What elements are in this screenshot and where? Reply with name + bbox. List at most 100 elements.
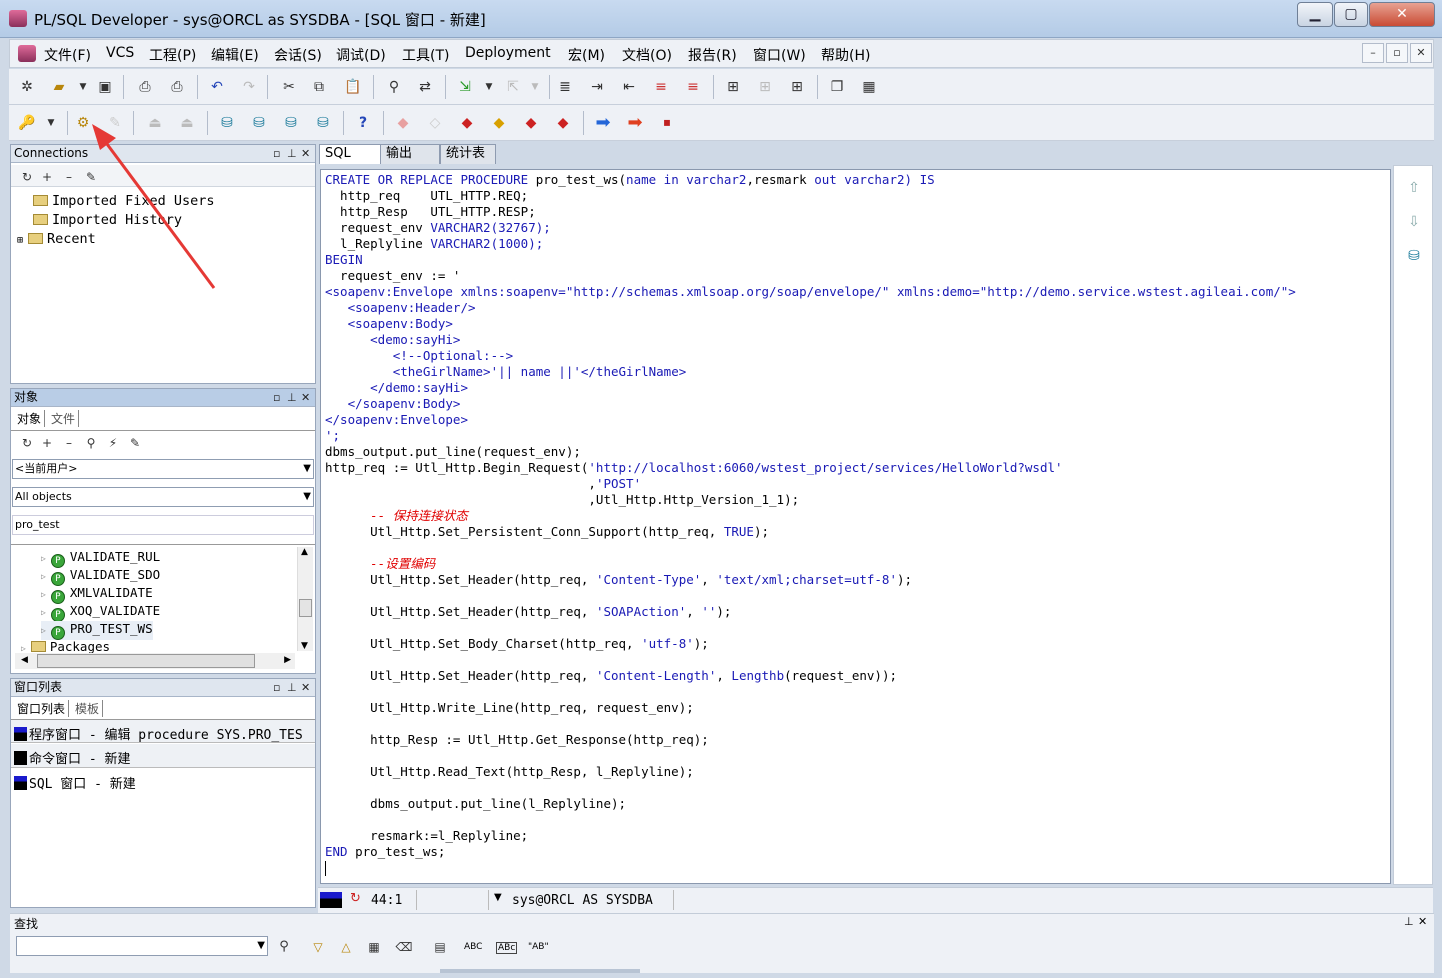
print-icon[interactable]: ⎙ — [135, 77, 155, 97]
tree-item-validate-rul[interactable]: ▷ P VALIDATE_RUL — [41, 549, 160, 568]
scroll-right-icon[interactable]: ▶ — [284, 655, 291, 665]
edit-connection-icon[interactable]: ✎ — [81, 167, 101, 187]
window-item-sql[interactable]: SQL 窗口 - 新建 — [11, 769, 315, 793]
explain-plan-icon[interactable]: ⊞ — [787, 77, 807, 97]
arrow-right-red-icon[interactable]: ➡ — [625, 113, 645, 133]
menu-vcs[interactable]: VCS — [106, 45, 134, 61]
horizontal-scrollbar[interactable]: ◀ ▶ — [15, 653, 295, 669]
save-icon[interactable]: ▣ — [95, 77, 115, 97]
highlight-icon[interactable]: ▦ — [364, 937, 384, 957]
open-icon[interactable]: ▰ — [49, 77, 69, 97]
menu-deployment[interactable]: Deployment — [465, 45, 551, 61]
exact-match-button[interactable]: "AB" — [528, 942, 549, 952]
scroll-down-icon[interactable]: ⇩ — [1404, 212, 1424, 232]
commit-icon[interactable]: ⏏ — [145, 113, 165, 133]
refresh-icon[interactable]: ↻ — [17, 167, 37, 187]
db-icon[interactable]: ⛁ — [217, 113, 237, 133]
user-select[interactable]: <当前用户> ▼ — [12, 459, 314, 479]
match-case-button[interactable]: ABC — [464, 942, 482, 952]
debug-step-over-icon[interactable]: ◆ — [521, 113, 541, 133]
panel-close-icon[interactable]: ✕ — [1418, 915, 1427, 928]
scroll-up-icon[interactable]: ▲ — [301, 547, 308, 557]
db-command-icon[interactable]: ⛁ — [281, 113, 301, 133]
remove-icon[interactable]: – — [59, 433, 79, 453]
tree-item-packages[interactable]: ▷ Packages — [21, 639, 110, 654]
sql-db-icon[interactable]: ⛁ — [249, 113, 269, 133]
panel-minimize-icon[interactable]: ▫ — [273, 145, 280, 162]
tree-item-validate-sdo[interactable]: ▷ P VALIDATE_SDO — [41, 567, 160, 586]
arrow-right-blue-icon[interactable]: ➡ — [593, 113, 613, 133]
undo-icon[interactable]: ↶ — [207, 77, 227, 97]
unindent-icon[interactable]: ⇤ — [619, 77, 639, 97]
panel-pin-icon[interactable]: ⊥ — [287, 145, 297, 162]
tab-statistics[interactable]: 统计表 — [440, 144, 496, 164]
mdi-minimize-button[interactable]: – — [1362, 43, 1384, 63]
menu-session[interactable]: 会话(S) — [274, 45, 322, 65]
mdi-restore-button[interactable]: ▫ — [1386, 43, 1408, 63]
db-reports-icon[interactable]: ⛁ — [313, 113, 333, 133]
rollback-icon[interactable]: ⏏ — [177, 113, 197, 133]
scroll-thumb[interactable] — [299, 599, 312, 617]
copy-icon[interactable]: ⧉ — [309, 77, 329, 97]
menu-project[interactable]: 工程(P) — [149, 45, 196, 65]
remove-icon[interactable]: – — [59, 167, 79, 187]
tab-window-list[interactable]: 窗口列表 — [17, 700, 70, 717]
panel-minimize-icon[interactable]: ▫ — [273, 389, 280, 406]
help-icon[interactable]: ? — [353, 113, 373, 133]
uppercase-icon[interactable]: ≡ — [651, 77, 671, 97]
menu-edit[interactable]: 编辑(E) — [211, 45, 259, 65]
export-dropdown-icon[interactable]: ▼ — [525, 77, 545, 97]
break-icon[interactable]: ✎ — [105, 113, 125, 133]
vertical-scrollbar[interactable]: ▲ ▼ — [297, 547, 313, 651]
add-icon[interactable]: + — [37, 433, 57, 453]
mdi-close-button[interactable]: ✕ — [1410, 43, 1432, 63]
open-dropdown-icon[interactable]: ▼ — [73, 77, 93, 97]
logon-dropdown-icon[interactable]: ▼ — [41, 113, 61, 133]
chevron-down-icon[interactable]: ▼ — [494, 892, 502, 903]
menu-window[interactable]: 窗口(W) — [753, 45, 806, 65]
window-cascade-icon[interactable]: ❐ — [827, 77, 847, 97]
query-builder-icon[interactable]: ⊞ — [755, 77, 775, 97]
horizontal-scrollbar[interactable] — [440, 969, 640, 973]
menu-help[interactable]: 帮助(H) — [821, 45, 870, 65]
refresh-icon[interactable]: ↻ — [17, 433, 37, 453]
panel-minimize-icon[interactable]: ▫ — [273, 679, 280, 696]
sql-editor[interactable]: CREATE OR REPLACE PROCEDURE pro_test_ws(… — [320, 169, 1391, 884]
eraser-icon[interactable]: ◇ — [425, 113, 445, 133]
menu-tools[interactable]: 工具(T) — [402, 45, 449, 65]
maximize-button[interactable]: ▢ — [1334, 2, 1368, 27]
add-icon[interactable]: + — [37, 167, 57, 187]
stop-icon[interactable]: ⏹ — [657, 113, 677, 133]
edit-filter-icon[interactable]: ✎ — [125, 433, 145, 453]
redo-icon[interactable]: ↷ — [239, 77, 259, 97]
panel-pin-icon[interactable]: ⊥ — [287, 389, 297, 406]
find-icon[interactable]: ⚲ — [384, 77, 404, 97]
menu-macro[interactable]: 宏(M) — [568, 45, 605, 65]
scroll-down-icon[interactable]: ▼ — [301, 641, 308, 651]
object-search-input[interactable]: pro_test — [12, 515, 314, 535]
menu-docs[interactable]: 文档(O) — [622, 45, 672, 65]
export-icon[interactable]: ⇱ — [503, 77, 523, 97]
comment-icon[interactable]: ≣ — [555, 77, 575, 97]
db-icon[interactable]: ⛁ — [1404, 246, 1424, 266]
menu-reports[interactable]: 报告(R) — [688, 45, 737, 65]
tab-templates[interactable]: 模板 — [75, 700, 104, 717]
debug-start-icon[interactable]: ◆ — [393, 113, 413, 133]
tree-item-xoq-validate[interactable]: ▷ P XOQ_VALIDATE — [41, 603, 160, 622]
menu-file[interactable]: 文件(F) — [44, 45, 91, 65]
cut-icon[interactable]: ✂ — [279, 77, 299, 97]
tab-output[interactable]: 输出 — [380, 144, 440, 164]
window-tile-icon[interactable]: ▦ — [859, 77, 879, 97]
tree-item-xmlvalidate[interactable]: ▷ P XMLVALIDATE — [41, 585, 153, 604]
replace-icon[interactable]: ⇄ — [415, 77, 435, 97]
filter-icon[interactable]: ⚡ — [103, 433, 123, 453]
tree-item-history[interactable]: Imported History — [33, 212, 182, 228]
find-icon[interactable]: ⚲ — [274, 937, 294, 957]
panel-close-icon[interactable]: ✕ — [301, 679, 310, 696]
close-button[interactable]: ✕ — [1369, 2, 1435, 27]
tab-objects[interactable]: 对象 — [17, 410, 46, 427]
tab-sql[interactable]: SQL — [319, 144, 381, 164]
scroll-left-icon[interactable]: ◀ — [21, 655, 28, 665]
import-dropdown-icon[interactable]: ▼ — [479, 77, 499, 97]
window-item-command[interactable]: 命令窗口 - 新建 — [11, 744, 315, 768]
